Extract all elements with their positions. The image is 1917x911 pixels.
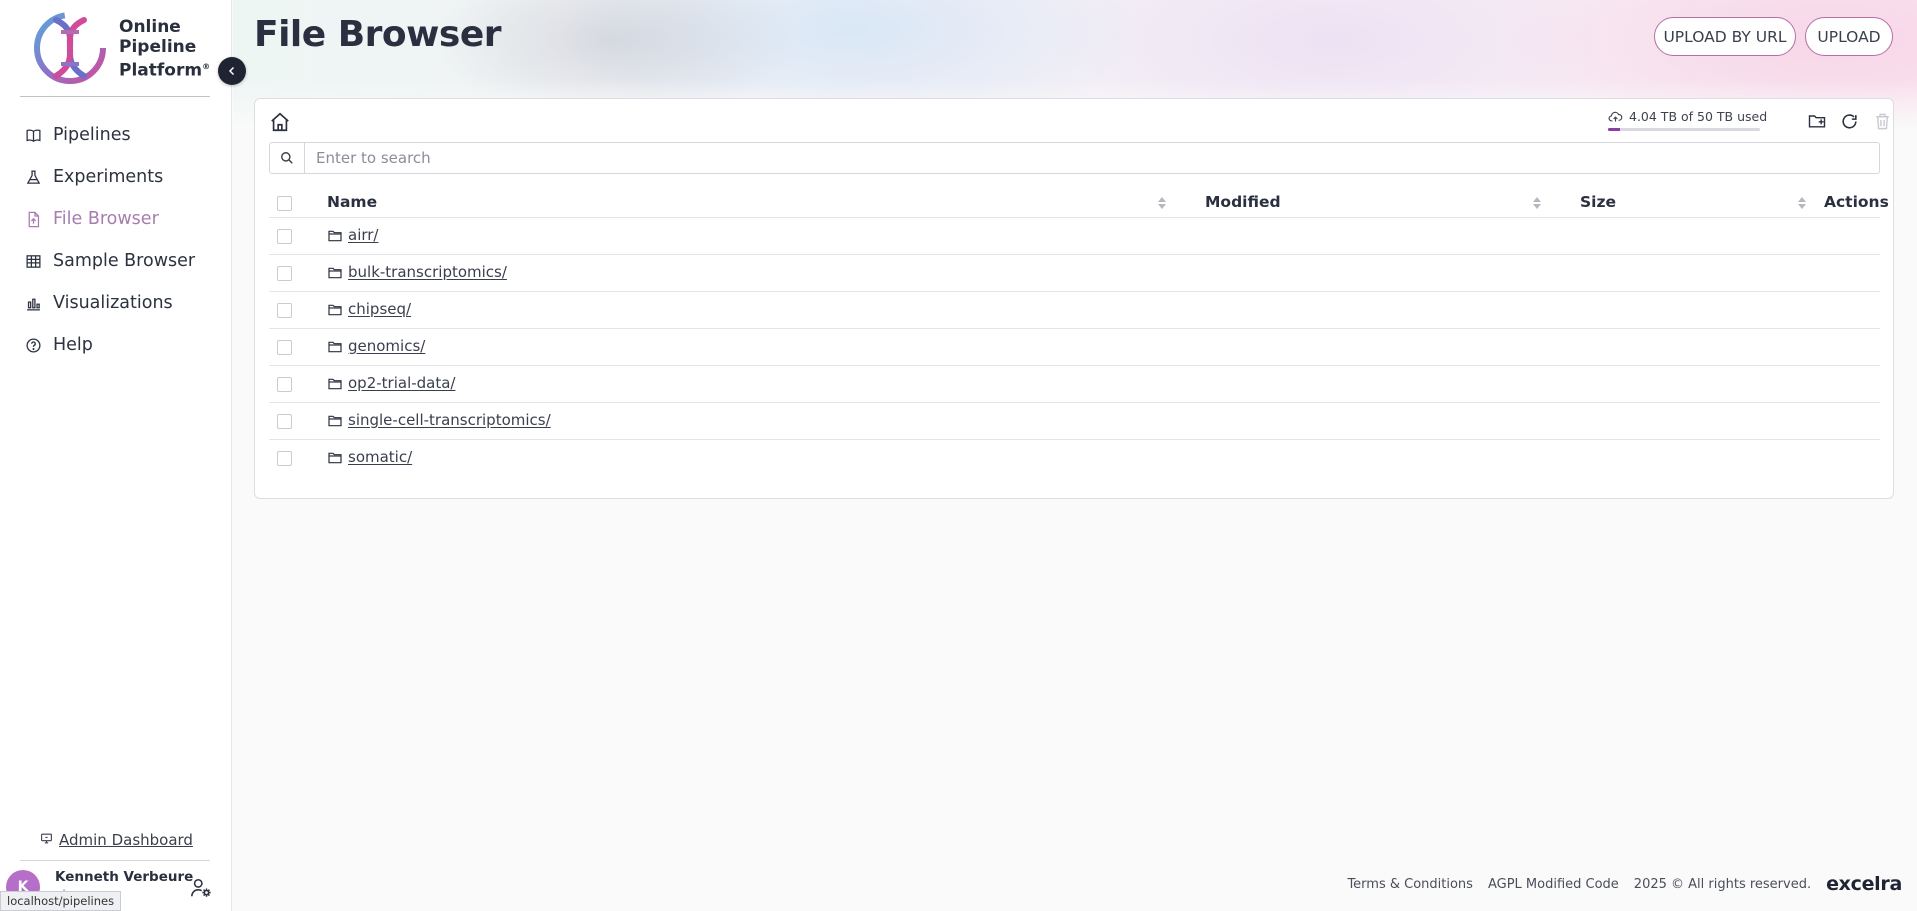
cloud-upload-icon <box>1608 111 1623 122</box>
folder-link[interactable]: airr/ <box>348 226 378 244</box>
app-name-line-2: Pipeline <box>119 36 197 57</box>
folder-link[interactable]: single-cell-transcriptomics/ <box>348 411 551 429</box>
column-header-size[interactable]: Size <box>1580 193 1616 211</box>
folder-icon <box>328 230 342 242</box>
sidebar-item-label: File Browser <box>53 209 159 229</box>
page-title: File Browser <box>254 14 502 55</box>
file-table: Name Modified Size Actions airr/ bulk-tr… <box>269 188 1889 476</box>
app-name: Online Pipeline Platform® <box>119 17 219 81</box>
sort-icon[interactable] <box>1532 196 1542 210</box>
row-checkbox[interactable] <box>277 414 292 429</box>
logo-divider <box>20 96 210 97</box>
admin-dashboard-label: Admin Dashboard <box>59 831 193 849</box>
chevron-left-icon <box>228 66 235 76</box>
storage-usage-text: 4.04 TB of 50 TB used <box>1629 109 1768 124</box>
column-header-actions: Actions <box>1824 193 1889 211</box>
sidebar-item-label: Visualizations <box>53 293 173 313</box>
user-divider <box>20 860 210 861</box>
storage-usage-fill <box>1608 128 1621 131</box>
upload-by-url-button[interactable]: UPLOAD BY URL <box>1654 17 1796 56</box>
bar-chart-icon <box>24 294 42 312</box>
folder-icon <box>328 378 342 390</box>
sidebar-item-label: Experiments <box>53 167 164 187</box>
sidebar-item-experiments[interactable]: Experiments <box>0 156 232 198</box>
sort-icon[interactable] <box>1157 196 1167 210</box>
folder-link[interactable]: chipseq/ <box>348 300 411 318</box>
folder-link[interactable]: op2-trial-data/ <box>348 374 455 392</box>
table-row[interactable]: somatic/ <box>269 439 1880 476</box>
sort-icon[interactable] <box>1797 196 1807 210</box>
trash-icon <box>1875 113 1889 129</box>
sidebar: Online Pipeline Platform® Pipelines Expe… <box>0 0 232 911</box>
registered-mark: ® <box>202 62 211 71</box>
admin-dashboard-link[interactable]: Admin Dashboard <box>40 831 193 849</box>
main-content: File Browser UPLOAD BY URL UPLOAD 4.04 T… <box>233 0 1917 911</box>
folder-link[interactable]: genomics/ <box>348 337 425 355</box>
column-header-modified[interactable]: Modified <box>1205 193 1281 211</box>
book-open-icon <box>24 126 42 144</box>
help-circle-icon <box>24 336 42 354</box>
storage-usage: 4.04 TB of 50 TB used <box>1608 109 1768 131</box>
row-checkbox[interactable] <box>277 377 292 392</box>
sidebar-item-pipelines[interactable]: Pipelines <box>0 114 232 156</box>
table-row[interactable]: single-cell-transcriptomics/ <box>269 402 1880 439</box>
storage-usage-bar <box>1608 128 1760 131</box>
sidebar-item-sample-browser[interactable]: Sample Browser <box>0 240 232 282</box>
table-grid-icon <box>24 252 42 270</box>
sidebar-item-visualizations[interactable]: Visualizations <box>0 282 232 324</box>
refresh-icon <box>1841 113 1857 129</box>
folder-link[interactable]: somatic/ <box>348 448 412 466</box>
sidebar-collapse-button[interactable] <box>218 57 246 85</box>
table-row[interactable]: bulk-transcriptomics/ <box>269 254 1880 291</box>
table-header: Name Modified Size Actions <box>269 188 1889 217</box>
sidebar-item-label: Pipelines <box>53 125 131 145</box>
table-row[interactable]: airr/ <box>269 217 1880 254</box>
app-name-line-1: Online <box>119 17 181 37</box>
folder-icon <box>328 267 342 279</box>
sidebar-item-label: Sample Browser <box>53 251 196 271</box>
monitor-icon <box>40 831 53 849</box>
column-header-name[interactable]: Name <box>327 193 377 211</box>
select-all-checkbox[interactable] <box>277 196 292 211</box>
license-link[interactable]: AGPL Modified Code <box>1488 877 1619 892</box>
app-name-line-3: Platform <box>119 60 203 81</box>
user-settings-icon[interactable] <box>190 877 212 899</box>
delete-button[interactable] <box>1870 109 1894 133</box>
copyright-text: 2025 © All rights reserved. <box>1633 876 1812 892</box>
new-folder-button[interactable] <box>1805 109 1829 133</box>
table-row[interactable]: genomics/ <box>269 328 1880 365</box>
sidebar-nav: Pipelines Experiments File Browser Sampl… <box>0 114 232 366</box>
user-name: Kenneth Verbeure <box>55 869 194 885</box>
row-checkbox[interactable] <box>277 229 292 244</box>
folder-icon <box>328 415 342 427</box>
upload-button[interactable]: UPLOAD <box>1805 17 1893 56</box>
brand-logo: excelra <box>1826 873 1902 895</box>
refresh-button[interactable] <box>1837 109 1861 133</box>
folder-plus-icon <box>1808 115 1826 128</box>
sidebar-item-help[interactable]: Help <box>0 324 232 366</box>
search-icon <box>270 143 305 173</box>
search-input[interactable] <box>305 144 1879 172</box>
folder-icon <box>328 341 342 353</box>
folder-link[interactable]: bulk-transcriptomics/ <box>348 263 507 281</box>
table-row[interactable]: op2-trial-data/ <box>269 365 1880 402</box>
file-upload-icon <box>24 210 42 228</box>
page-footer: Terms & Conditions AGPL Modified Code 20… <box>1347 873 1902 895</box>
file-browser-card: 4.04 TB of 50 TB used Name Modified <box>254 98 1894 499</box>
row-checkbox[interactable] <box>277 451 292 466</box>
folder-icon <box>328 304 342 316</box>
browser-status-url: localhost/pipelines <box>0 891 122 911</box>
row-checkbox[interactable] <box>277 340 292 355</box>
terms-link[interactable]: Terms & Conditions <box>1347 877 1473 892</box>
sidebar-item-file-browser[interactable]: File Browser <box>0 198 232 240</box>
sidebar-item-label: Help <box>53 335 93 355</box>
row-checkbox[interactable] <box>277 303 292 318</box>
search-bar <box>269 142 1880 174</box>
table-row[interactable]: chipseq/ <box>269 291 1880 328</box>
home-icon[interactable] <box>269 111 291 133</box>
folder-icon <box>328 452 342 464</box>
row-checkbox[interactable] <box>277 266 292 281</box>
flask-icon <box>24 168 42 186</box>
app-logo[interactable] <box>34 12 106 84</box>
